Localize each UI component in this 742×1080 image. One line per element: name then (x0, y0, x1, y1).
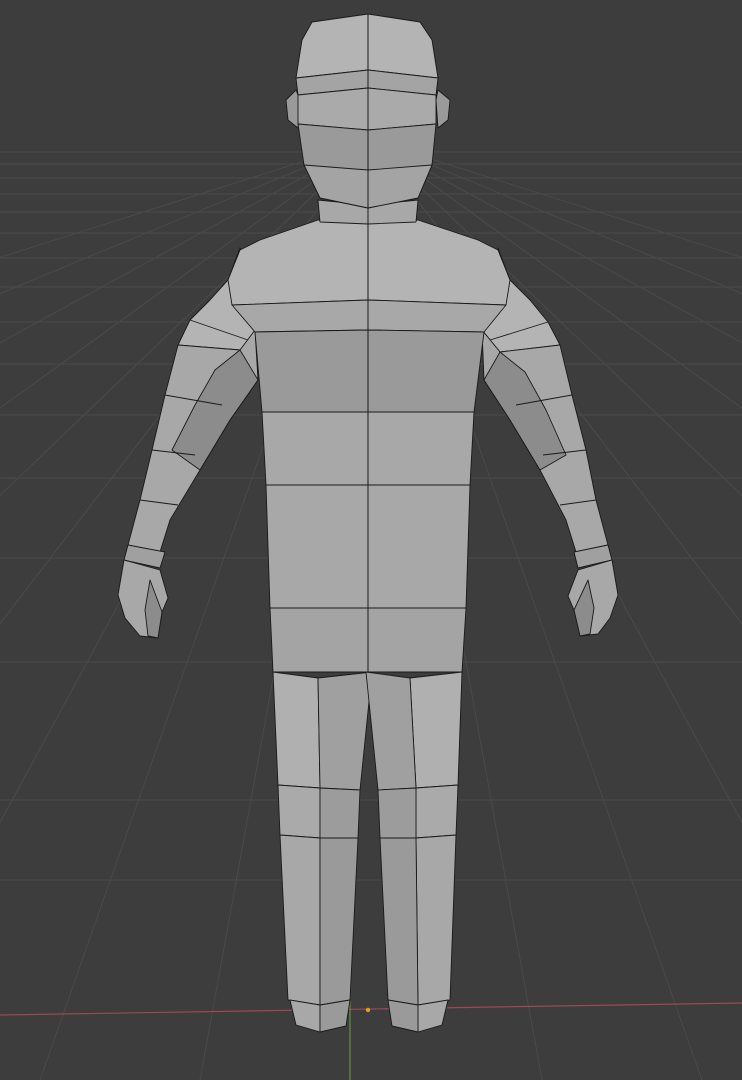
viewport-canvas[interactable] (0, 0, 742, 1080)
left-leg[interactable] (272, 671, 373, 1033)
right-leg[interactable] (365, 671, 463, 1033)
right-hand[interactable] (567, 559, 619, 637)
origin-point (365, 1007, 371, 1013)
torso[interactable] (227, 219, 511, 673)
x-axis-line (0, 1002, 742, 1016)
3d-viewport[interactable] (0, 0, 742, 1080)
low-poly-character-mesh[interactable] (117, 13, 619, 1033)
left-hand[interactable] (117, 559, 169, 639)
